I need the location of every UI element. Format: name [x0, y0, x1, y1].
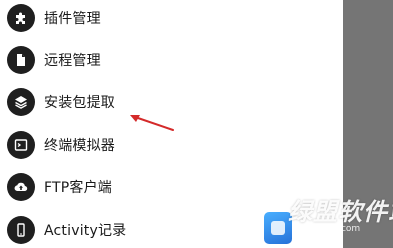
menu-item-label: FTP客户端: [44, 180, 113, 196]
menu-item-label: 远程管理: [44, 53, 101, 69]
menu-item-label: 终端模拟器: [44, 138, 115, 154]
annotation-arrow: [130, 115, 174, 131]
drawer-scrim[interactable]: [343, 0, 393, 248]
menu-item-plugin-management[interactable]: 插件管理: [0, 0, 343, 39]
cloud-icon: [7, 173, 35, 201]
puzzle-icon: [7, 4, 35, 32]
document-icon: [7, 46, 35, 74]
layers-icon: [7, 88, 35, 116]
terminal-icon: [7, 131, 35, 159]
menu-item-ftp-client[interactable]: FTP客户端: [0, 166, 343, 208]
menu-item-activity-log[interactable]: Activity记录: [0, 209, 343, 248]
menu-item-remote-management[interactable]: 远程管理: [0, 39, 343, 81]
menu-item-label: 安装包提取: [44, 95, 115, 111]
menu-item-label: Activity记录: [44, 223, 127, 239]
navigation-drawer: 插件管理 远程管理 安装包提取 终端模拟器 FTP客户端 Activity记录: [0, 0, 343, 248]
menu-item-label: 插件管理: [44, 11, 101, 27]
phone-icon: [7, 216, 35, 244]
screen: 插件管理 远程管理 安装包提取 终端模拟器 FTP客户端 Activity记录 …: [0, 0, 393, 248]
